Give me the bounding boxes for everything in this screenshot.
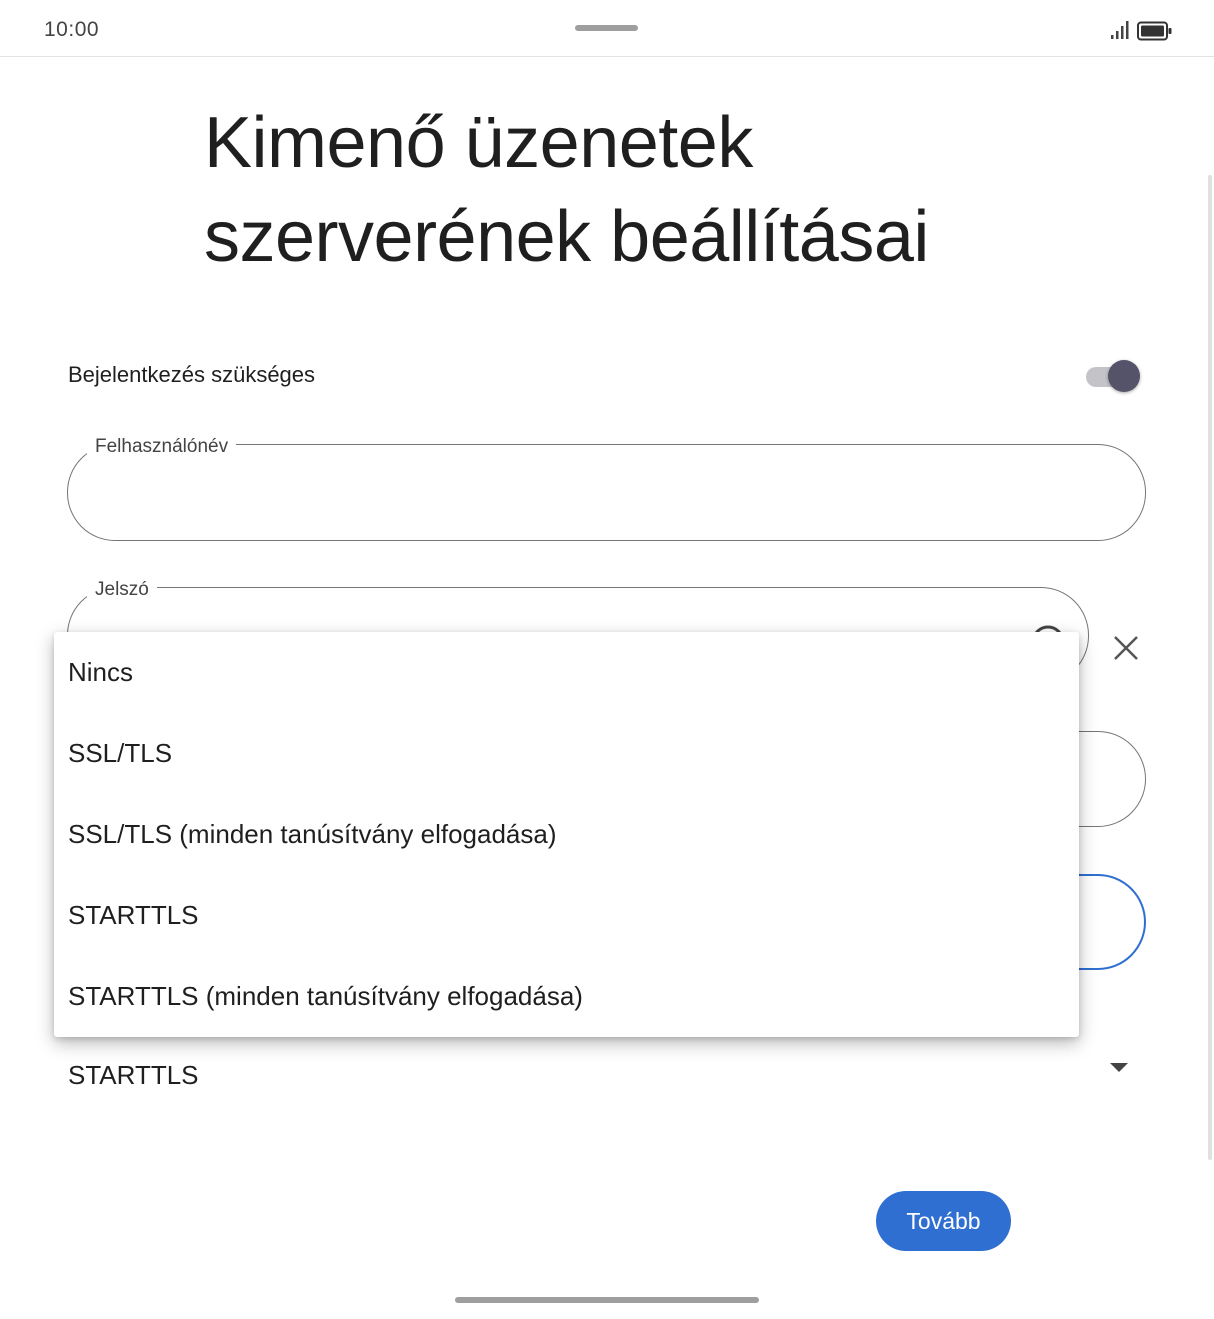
status-time: 10:00 (44, 18, 100, 41)
menu-option-starttls[interactable]: STARTTLS (68, 895, 199, 935)
drag-handle[interactable] (575, 25, 638, 31)
home-indicator[interactable] (455, 1297, 759, 1303)
login-required-label: Bejelentkezés szükséges (68, 362, 316, 387)
menu-option-starttls-accept-all[interactable]: STARTTLS (minden tanúsítvány elfogadása) (68, 976, 583, 1016)
battery-icon (1137, 21, 1172, 41)
security-type-select[interactable]: STARTTLS (68, 1060, 199, 1091)
menu-option-ssl-tls-accept-all[interactable]: SSL/TLS (minden tanúsítvány elfogadása) (68, 814, 557, 854)
username-field[interactable] (67, 444, 1146, 541)
dropdown-arrow-icon[interactable] (1110, 1063, 1128, 1072)
toggle-thumb (1108, 360, 1140, 392)
security-options-menu: Nincs SSL/TLS SSL/TLS (minden tanúsítván… (54, 632, 1079, 1037)
signal-icon (1111, 21, 1129, 39)
login-required-toggle[interactable] (1086, 360, 1142, 394)
menu-option-none[interactable]: Nincs (68, 652, 133, 692)
page-title: Kimenő üzenetek szerverének beállításai (204, 103, 929, 277)
next-button[interactable]: Tovább (876, 1191, 1011, 1251)
username-label: Felhasználónév (87, 436, 237, 458)
scrollbar[interactable] (1208, 175, 1212, 1160)
password-label: Jelszó (87, 579, 157, 601)
clear-icon[interactable] (1112, 634, 1140, 662)
status-bar: 10:00 (0, 0, 1214, 57)
menu-option-ssl-tls[interactable]: SSL/TLS (68, 733, 172, 773)
